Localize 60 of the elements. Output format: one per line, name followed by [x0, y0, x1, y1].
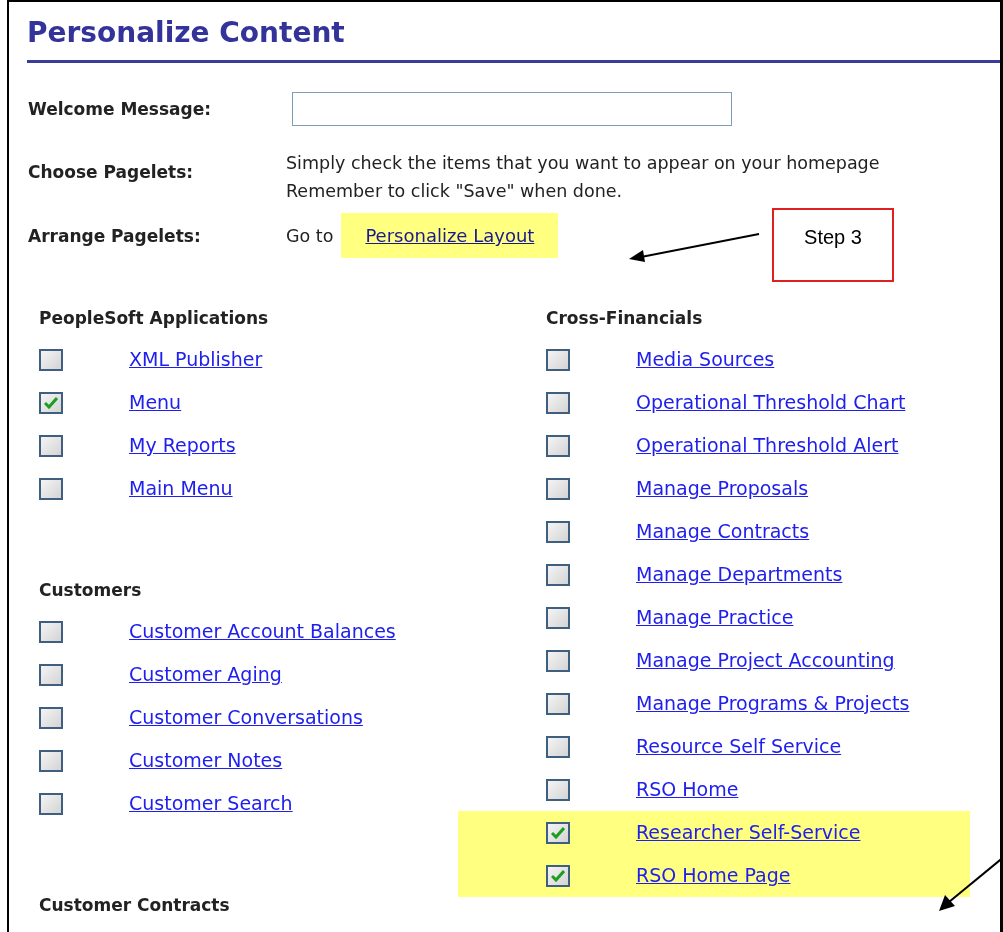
instruction-text: Remember to click "Save" when done. [286, 181, 624, 201]
checkbox[interactable] [546, 692, 570, 715]
pagelet-link[interactable]: Customer Aging [129, 661, 282, 688]
checkbox[interactable] [546, 864, 570, 887]
pagelet-link[interactable]: Customer Conversations [129, 704, 363, 731]
check-icon [44, 396, 58, 409]
group-heading: Customers [38, 579, 143, 602]
checkbox[interactable] [39, 706, 63, 729]
personalize-layout-link[interactable]: Personalize Layout [341, 213, 559, 258]
step-callout: Step 3 [772, 208, 894, 282]
pagelet-link[interactable]: Manage Contracts [636, 518, 810, 545]
checkbox[interactable] [546, 477, 570, 500]
pagelet-link[interactable]: Operational Threshold Alert [636, 432, 899, 459]
checkbox[interactable] [546, 391, 570, 414]
checkbox[interactable] [39, 348, 63, 371]
checkbox[interactable] [39, 477, 63, 500]
page-title: Personalize Content [26, 15, 346, 51]
pagelet-link[interactable]: My Reports [129, 432, 236, 459]
checkbox[interactable] [39, 663, 63, 686]
pagelet-link[interactable]: Main Menu [129, 475, 233, 502]
checkbox[interactable] [546, 520, 570, 543]
pagelet-link[interactable]: Customer Account Balances [129, 618, 396, 645]
pagelet-link[interactable]: Media Sources [636, 346, 775, 373]
pagelet-link[interactable]: Manage Proposals [636, 475, 809, 502]
checkbox[interactable] [546, 563, 570, 586]
checkbox[interactable] [546, 735, 570, 758]
pagelet-link[interactable]: Customer Search [129, 790, 293, 817]
pagelet-link[interactable]: Customer Notes [129, 747, 283, 774]
pagelet-link[interactable]: Manage Practice [636, 604, 794, 631]
check-icon [551, 869, 565, 882]
checkbox[interactable] [39, 792, 63, 815]
checkbox[interactable] [39, 434, 63, 457]
checkbox[interactable] [546, 434, 570, 457]
checkbox[interactable] [546, 606, 570, 629]
group-heading: PeopleSoft Applications [38, 307, 270, 330]
group-heading: Cross-Financials [545, 307, 704, 330]
pagelet-link[interactable]: Manage Programs & Projects [636, 690, 910, 717]
checkbox[interactable] [546, 348, 570, 371]
field-label: Welcome Message: [28, 99, 213, 119]
checkbox[interactable] [39, 620, 63, 643]
group-heading: Customer Contracts [38, 894, 231, 917]
pagelet-link[interactable]: XML Publisher [129, 346, 263, 373]
input-field[interactable] [292, 92, 732, 126]
pagelet-link[interactable]: RSO Home [636, 776, 739, 803]
check-icon [551, 826, 565, 839]
checkbox[interactable] [546, 821, 570, 844]
pagelet-link[interactable]: Operational Threshold Chart [636, 389, 906, 416]
field-label: Arrange Pagelets: [28, 225, 202, 246]
pagelet-link[interactable]: RSO Home Page [636, 862, 791, 889]
checkbox[interactable] [546, 649, 570, 672]
field-label: Choose Pagelets: [28, 162, 195, 182]
pagelet-link[interactable]: Resource Self Service [636, 733, 842, 760]
pagelet-link[interactable]: Menu [129, 389, 182, 416]
pagelet-link[interactable]: Manage Departments [636, 561, 843, 588]
checkbox[interactable] [39, 391, 63, 414]
link-prefix: Go to [286, 225, 334, 246]
pagelet-link[interactable]: Manage Project Accounting [636, 647, 895, 674]
instruction-text: Simply check the items that you want to appear on your homepage [286, 153, 881, 173]
checkbox[interactable] [546, 778, 570, 801]
checkbox[interactable] [39, 749, 63, 772]
